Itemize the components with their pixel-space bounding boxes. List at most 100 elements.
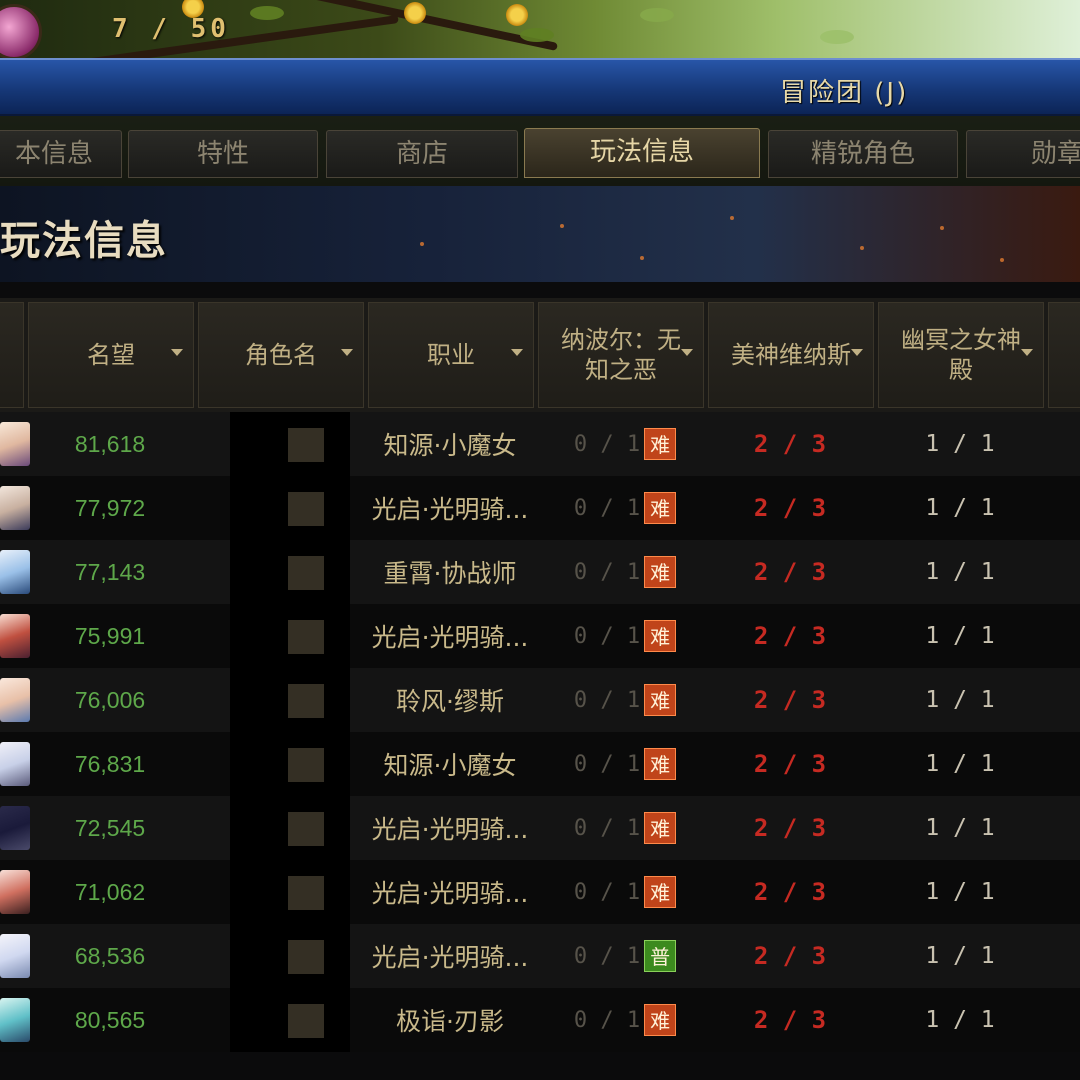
column-header-character-name[interactable]: 角色名: [198, 302, 364, 408]
tab-shop[interactable]: 商店: [326, 130, 518, 178]
styx-temple-progress: 1 / 1: [925, 815, 995, 841]
venus-progress: 2 / 3: [753, 622, 827, 650]
venus-progress: 2 / 3: [753, 942, 827, 970]
character-portrait[interactable]: [0, 678, 30, 722]
fame-value: 76,006: [74, 686, 146, 713]
leaf-decoration: [640, 8, 674, 22]
spark-decoration: [420, 242, 424, 246]
table-row[interactable]: 72,545 光启·光明骑... 0 / 1 难 2 / 3 1 / 1: [0, 796, 1080, 860]
character-portrait[interactable]: [0, 806, 30, 850]
nabol-count: 0 / 1: [573, 623, 641, 649]
table-row[interactable]: 71,062 光启·光明骑... 0 / 1 难 2 / 3 1 / 1: [0, 860, 1080, 924]
nabol-count: 0 / 1: [573, 879, 641, 905]
column-header-label: 名望: [87, 341, 135, 369]
table-row[interactable]: 75,991 光启·光明骑... 0 / 1 难 2 / 3 1 / 1: [0, 604, 1080, 668]
column-header-label: 职业: [427, 341, 475, 369]
spark-decoration: [1000, 258, 1004, 262]
venus-progress: 2 / 3: [753, 1006, 827, 1034]
section-banner: 玩法信息: [0, 186, 1080, 282]
nabol-count: 0 / 1: [573, 495, 641, 521]
venus-progress: 2 / 3: [753, 878, 827, 906]
styx-temple-progress: 1 / 1: [925, 495, 995, 521]
character-portrait[interactable]: [0, 870, 30, 914]
character-portrait[interactable]: [0, 742, 30, 786]
column-header-label: 幽冥之女神殿: [901, 326, 1021, 384]
column-header-extra[interactable]: [1048, 302, 1080, 408]
venus-progress: 2 / 3: [753, 814, 827, 842]
sort-arrow-icon[interactable]: [851, 349, 863, 356]
venus-progress: 2 / 3: [753, 494, 827, 522]
nabol-progress: 0 / 1 难: [540, 796, 710, 860]
character-name-redacted: [288, 812, 324, 846]
column-header-job[interactable]: 职业: [368, 302, 534, 408]
styx-temple-progress: 1 / 1: [925, 879, 995, 905]
difficulty-badge: 难: [644, 1004, 677, 1036]
table-row[interactable]: 76,006 聆风·缪斯 0 / 1 难 2 / 3 1 / 1: [0, 668, 1080, 732]
nabol-progress: 0 / 1 难: [540, 988, 710, 1052]
nabol-count: 0 / 1: [573, 1007, 641, 1033]
tab-bar: 本信息 特性 商店 玩法信息 精锐角色 勋章: [0, 116, 1080, 186]
flower-decoration: [506, 4, 528, 26]
difficulty-badge: 难: [644, 684, 677, 716]
character-portrait[interactable]: [0, 934, 30, 978]
styx-temple-progress: 1 / 1: [925, 623, 995, 649]
table-row[interactable]: 68,536 光启·光明骑... 0 / 1 普 2 / 3 1 / 1: [0, 924, 1080, 988]
tab-gameplay-info[interactable]: 玩法信息: [524, 128, 760, 178]
character-name-redacted: [288, 940, 324, 974]
column-header-label: 纳波尔：无知之恶: [561, 326, 681, 384]
job-name: 聆风·缪斯: [396, 687, 504, 716]
nabol-progress: 0 / 1 普: [540, 924, 710, 988]
character-count: 7 / 50: [112, 14, 230, 44]
column-header-styx-temple[interactable]: 幽冥之女神殿: [878, 302, 1044, 408]
character-portrait[interactable]: [0, 422, 30, 466]
sort-arrow-icon[interactable]: [1021, 349, 1033, 356]
styx-temple-progress: 1 / 1: [925, 559, 995, 585]
flower-decoration: [404, 2, 426, 24]
character-portrait[interactable]: [0, 550, 30, 594]
column-header-nabol[interactable]: 纳波尔：无知之恶: [538, 302, 704, 408]
table-row[interactable]: 80,565 极诣·刃影 0 / 1 难 2 / 3 1 / 1: [0, 988, 1080, 1052]
character-portrait[interactable]: [0, 486, 30, 530]
job-name: 极诣·刃影: [396, 1007, 504, 1036]
window-title-bar[interactable]: 冒险团 (J): [0, 58, 1080, 116]
sort-arrow-icon[interactable]: [171, 349, 183, 356]
portrait-column-header: [0, 302, 24, 408]
character-name-redacted: [288, 556, 324, 590]
tab-medals[interactable]: 勋章: [966, 130, 1080, 178]
tab-basic-info[interactable]: 本信息: [0, 130, 122, 178]
styx-temple-progress: 1 / 1: [925, 943, 995, 969]
styx-temple-progress: 1 / 1: [925, 687, 995, 713]
nabol-progress: 0 / 1 难: [540, 604, 710, 668]
table-row[interactable]: 77,143 重霄·协战师 0 / 1 难 2 / 3 1 / 1: [0, 540, 1080, 604]
nabol-progress: 0 / 1 难: [540, 732, 710, 796]
table-row[interactable]: 76,831 知源·小魔女 0 / 1 难 2 / 3 1 / 1: [0, 732, 1080, 796]
tab-elite-characters[interactable]: 精锐角色: [768, 130, 958, 178]
difficulty-badge: 难: [644, 556, 677, 588]
job-name: 重霄·协战师: [383, 559, 517, 588]
nabol-count: 0 / 1: [573, 687, 641, 713]
fame-value: 68,536: [74, 942, 146, 969]
leaf-decoration: [820, 30, 854, 44]
column-header-venus[interactable]: 美神维纳斯: [708, 302, 874, 408]
character-name-redacted: [288, 748, 324, 782]
sort-arrow-icon[interactable]: [511, 349, 523, 356]
table-row[interactable]: 81,618 知源·小魔女 0 / 1 难 2 / 3 1 / 1: [0, 412, 1080, 476]
fame-value: 80,565: [74, 1006, 146, 1033]
nabol-progress: 0 / 1 难: [540, 476, 710, 540]
character-portrait[interactable]: [0, 998, 30, 1042]
section-title: 玩法信息: [0, 218, 168, 264]
column-header-fame[interactable]: 名望: [28, 302, 194, 408]
player-avatar[interactable]: [0, 4, 42, 58]
sort-arrow-icon[interactable]: [681, 349, 693, 356]
spark-decoration: [640, 256, 644, 260]
job-name: 光启·光明骑...: [371, 495, 529, 524]
table-row[interactable]: 77,972 光启·光明骑... 0 / 1 难 2 / 3 1 / 1: [0, 476, 1080, 540]
character-portrait[interactable]: [0, 614, 30, 658]
job-name: 光启·光明骑...: [371, 815, 529, 844]
nabol-progress: 0 / 1 难: [540, 668, 710, 732]
spark-decoration: [860, 246, 864, 250]
nabol-progress: 0 / 1 难: [540, 412, 710, 476]
character-name-redacted: [288, 1004, 324, 1038]
sort-arrow-icon[interactable]: [341, 349, 353, 356]
tab-traits[interactable]: 特性: [128, 130, 318, 178]
